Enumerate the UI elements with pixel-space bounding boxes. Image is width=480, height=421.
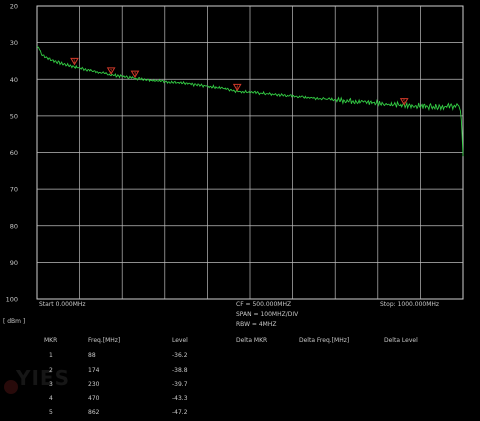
row-level: -39.7 [172, 381, 188, 388]
marker-label: 4 [236, 85, 239, 91]
header-delta-freq: Delta Freq.[MHz] [299, 337, 350, 344]
header-level: Level [172, 337, 188, 344]
row-freq: 862 [88, 409, 100, 416]
row-freq: 230 [88, 381, 100, 388]
header-delta-mkr: Delta MKR [236, 337, 268, 344]
row-level: -36.2 [172, 352, 188, 359]
row-level: -47.2 [172, 409, 188, 416]
sweep-stop-label: Stop: 1000.000MHz [380, 301, 440, 308]
row-mkr: 2 [49, 367, 53, 374]
marker-label: 1 [73, 59, 76, 65]
y-tick-label: 80 [10, 222, 18, 230]
y-tick-label: 90 [10, 259, 18, 267]
span-label: SPAN = 100MHZ/DIV [236, 311, 299, 318]
row-freq: 470 [88, 395, 100, 402]
marker-label: 5 [403, 99, 406, 105]
y-tick-label: 100 [6, 296, 18, 304]
row-mkr: 3 [49, 381, 53, 388]
y-tick-label: 20 [10, 3, 18, 11]
header-delta-level: Delta Level [384, 337, 418, 344]
y-tick-label: 40 [10, 76, 18, 84]
row-freq: 88 [88, 352, 96, 359]
row-freq: 174 [88, 367, 100, 374]
header-mkr: MKR [44, 337, 58, 344]
row-level: -43.3 [172, 395, 188, 402]
y-tick-label: 50 [10, 112, 18, 120]
row-mkr: 5 [49, 409, 53, 416]
y-tick-label: 70 [10, 186, 18, 194]
marker-label: 3 [134, 72, 137, 78]
row-level: -38.8 [172, 367, 188, 374]
row-mkr: 4 [49, 395, 53, 402]
header-freq: Freq.[MHz] [88, 337, 121, 344]
spectrum-plot: 20 30 40 50 60 70 80 90 100 1 2 3 4 5 [6, 3, 464, 304]
rbw-label: RBW = 4MHZ [236, 321, 277, 328]
y-tick-label: 30 [10, 39, 18, 47]
sweep-start-label: Start 0.000MHz [39, 301, 86, 308]
center-frequency-label: CF = 500.000MHZ [236, 301, 292, 308]
marker-label: 2 [110, 68, 113, 74]
y-tick-label: 60 [10, 149, 18, 157]
row-mkr: 1 [49, 352, 53, 359]
y-unit-label: [ dBm ] [3, 318, 26, 325]
